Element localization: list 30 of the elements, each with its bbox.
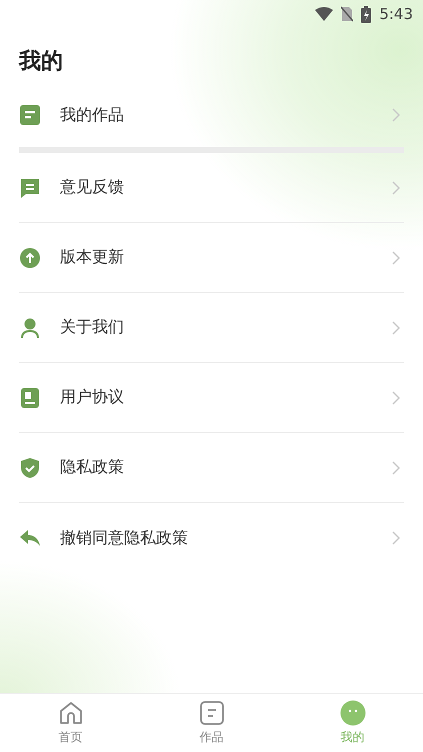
chevron-icon [392, 390, 400, 404]
menu-item[interactable]: 版本更新 [19, 223, 404, 293]
clock-time: 5:43 [379, 5, 413, 23]
menu-item[interactable]: 隐私政策 [19, 433, 404, 503]
no-sim-icon [341, 6, 354, 22]
menu-item[interactable]: 意见反馈 [19, 153, 404, 223]
menu-item[interactable]: 关于我们 [19, 293, 404, 363]
menu-item[interactable]: 我的作品 [19, 80, 404, 150]
shield-icon [19, 456, 41, 478]
upload-icon [19, 246, 41, 268]
chevron-icon [392, 320, 400, 334]
chevron-icon [392, 108, 400, 122]
wifi-icon [315, 7, 334, 21]
chevron-icon [392, 250, 400, 264]
person-icon [19, 316, 41, 338]
chevron-icon [392, 460, 400, 474]
document-icon [19, 104, 41, 126]
nav-tab[interactable]: 首页 [0, 694, 141, 752]
menu-item[interactable]: 用户协议 [19, 363, 404, 433]
chevron-icon [392, 180, 400, 194]
book-icon [19, 386, 41, 408]
page-title: 我的 [18, 48, 64, 76]
document-icon [198, 700, 224, 726]
chevron-icon [392, 531, 400, 545]
smiley-icon [340, 700, 366, 726]
menu-item[interactable]: 撤销同意隐私政策 [19, 503, 404, 573]
nav-tab[interactable]: 作品 [141, 694, 282, 752]
message-icon [19, 176, 41, 198]
home-icon [58, 700, 84, 726]
battery-icon [361, 6, 372, 22]
